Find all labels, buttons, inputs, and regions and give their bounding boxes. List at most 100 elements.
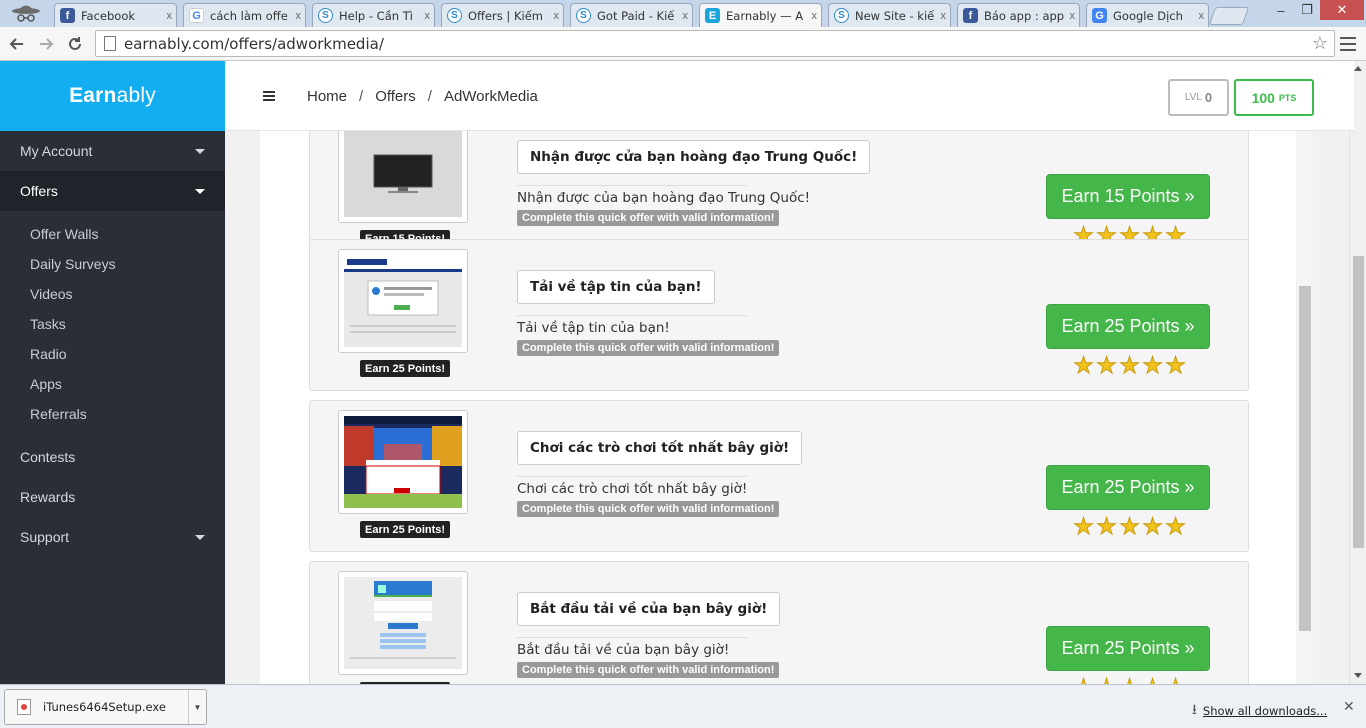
- level-badge[interactable]: LVL 0: [1168, 79, 1229, 116]
- sidebar-subitem-tasks[interactable]: Tasks: [0, 309, 225, 339]
- new-tab-button[interactable]: [1208, 7, 1250, 25]
- hamburger-menu-icon[interactable]: [263, 91, 275, 101]
- scroll-up-arrow-icon[interactable]: [1354, 66, 1362, 71]
- browser-tab[interactable]: f Facebook x: [54, 3, 177, 27]
- browser-tab[interactable]: S New Site - kiế x: [828, 3, 951, 27]
- earn-points-badge: Earn 25 Points!: [360, 521, 451, 538]
- sidebar-item-support[interactable]: Support: [0, 517, 225, 557]
- download-filename: iTunes6464Setup.exe: [43, 700, 166, 714]
- sidebar-subitem-apps[interactable]: Apps: [0, 369, 225, 399]
- breadcrumb-separator: /: [427, 88, 432, 105]
- offer-thumbnail[interactable]: [338, 410, 468, 514]
- offer-title[interactable]: Chơi các trò chơi tốt nhất bây giờ!: [517, 431, 803, 465]
- window-scrollbar[interactable]: [1349, 61, 1366, 684]
- close-tab-icon[interactable]: x: [425, 10, 431, 22]
- content-scrollbar-thumb[interactable]: [1299, 286, 1311, 631]
- offer-title[interactable]: Tải về tập tin của bạn!: [517, 270, 715, 304]
- tab-title: cách làm offe: [210, 8, 288, 23]
- offer-note-label: Complete this quick offer with valid inf…: [517, 340, 780, 356]
- browser-tab[interactable]: S Help - Cần Tì x: [312, 3, 435, 27]
- sidebar-item-label: My Account: [20, 143, 93, 159]
- browser-tab[interactable]: S Got Paid - Kiế x: [570, 3, 693, 27]
- offer-screenshot-image: [344, 416, 462, 508]
- minimize-button[interactable]: ‒: [1268, 0, 1294, 20]
- earn-points-button[interactable]: Earn 25 Points »: [1046, 465, 1210, 510]
- offer-screenshot-image: [344, 577, 462, 669]
- tab-title: Google Dịch: [1113, 8, 1183, 23]
- offer-title[interactable]: Bắt đầu tải về của bạn bây giờ!: [517, 592, 781, 626]
- close-tab-icon[interactable]: x: [1199, 10, 1205, 22]
- browser-tab[interactable]: S Offers | Kiếm x: [441, 3, 564, 27]
- close-tab-icon[interactable]: x: [683, 10, 689, 22]
- star-icon: ★: [1073, 352, 1095, 378]
- facebook-icon: f: [963, 8, 978, 23]
- browser-tab[interactable]: E Earnably — A x: [699, 3, 822, 27]
- close-icon[interactable]: ✕: [1343, 698, 1355, 715]
- sidebar-item-my-account[interactable]: My Account: [0, 131, 225, 171]
- address-bar[interactable]: earnably.com/offers/adworkmedia/ ☆: [95, 30, 1335, 57]
- content-scrollbar[interactable]: [1297, 131, 1313, 684]
- star-icon: ★: [1141, 675, 1164, 684]
- window-scrollbar-thumb[interactable]: [1353, 256, 1364, 548]
- sidebar-item-label: Contests: [20, 449, 76, 465]
- close-tab-icon[interactable]: x: [296, 10, 302, 22]
- restore-button[interactable]: ❐: [1294, 0, 1320, 20]
- star-icon: ★: [1073, 513, 1095, 539]
- download-item[interactable]: iTunes6464Setup.exe ▼: [4, 689, 207, 725]
- show-all-downloads-link[interactable]: ⭳ Show all downloads...: [1192, 699, 1327, 723]
- earn-points-button[interactable]: Earn 15 Points »: [1046, 174, 1210, 219]
- star-icon: ★: [1119, 513, 1141, 539]
- reload-button[interactable]: [63, 32, 87, 56]
- sidebar: Earn ably My Account Offers Offer Walls D…: [0, 61, 225, 684]
- browser-menu-button[interactable]: [1340, 35, 1356, 53]
- brand-logo[interactable]: Earn ably: [0, 61, 225, 131]
- sidebar-subitem-offer-walls[interactable]: Offer Walls: [0, 219, 225, 249]
- offer-thumbnail[interactable]: [338, 571, 468, 675]
- close-tab-icon[interactable]: x: [812, 10, 818, 22]
- sidebar-subitem-daily-surveys[interactable]: Daily Surveys: [0, 249, 225, 279]
- browser-tab[interactable]: f Báo app : app x: [957, 3, 1080, 27]
- url-text[interactable]: earnably.com/offers/adworkmedia/: [124, 35, 1312, 53]
- close-window-button[interactable]: ✕: [1320, 0, 1364, 20]
- sidebar-item-offers[interactable]: Offers: [0, 171, 225, 211]
- browser-tab-strip: f Facebook x Gcách làm offe x S Help - Cần Tì x…: [0, 0, 1366, 27]
- incognito-icon: [12, 5, 40, 22]
- divider: [517, 185, 747, 186]
- offer-thumbnail[interactable]: [338, 131, 468, 223]
- offer-thumbnail[interactable]: [338, 249, 468, 353]
- divider: [517, 476, 747, 477]
- scroll-down-arrow-icon[interactable]: [1354, 673, 1362, 678]
- brand-logo-bold: Earn: [69, 84, 117, 107]
- browser-tab[interactable]: G Google Dịch x: [1086, 3, 1209, 27]
- browser-tab[interactable]: Gcách làm offe x: [183, 3, 306, 27]
- earn-points-button[interactable]: Earn 25 Points »: [1046, 304, 1210, 349]
- earn-points-button[interactable]: Earn 25 Points »: [1046, 626, 1210, 671]
- sidebar-subitem-videos[interactable]: Videos: [0, 279, 225, 309]
- caret-down-icon: [195, 188, 205, 194]
- caret-down-icon: [195, 534, 205, 540]
- offer-title[interactable]: Nhận được cửa bạn hoàng đạo Trung Quốc!: [517, 140, 871, 174]
- sidebar-item-label: Offers: [20, 183, 58, 199]
- forward-arrow-icon: [40, 38, 54, 50]
- close-tab-icon[interactable]: x: [167, 10, 173, 22]
- close-tab-icon[interactable]: x: [554, 10, 560, 22]
- bookmark-star-icon[interactable]: ☆: [1312, 33, 1328, 54]
- offer-description: Nhận được của bạn hoàng đạo Trung Quốc!: [517, 190, 811, 206]
- back-button[interactable]: [5, 32, 29, 56]
- points-badge[interactable]: 100 PTS: [1234, 79, 1314, 116]
- sidebar-item-contests[interactable]: Contests: [0, 437, 225, 477]
- sidebar-item-rewards[interactable]: Rewards: [0, 477, 225, 517]
- offer-screenshot-image: [344, 131, 462, 217]
- chevron-down-icon[interactable]: ▼: [188, 690, 206, 724]
- sidebar-subitem-referrals[interactable]: Referrals: [0, 399, 225, 429]
- sidebar-subitem-radio[interactable]: Radio: [0, 339, 225, 369]
- close-tab-icon[interactable]: x: [941, 10, 947, 22]
- page-icon: [104, 36, 116, 51]
- download-shelf: iTunes6464Setup.exe ▼ ⭳ Show all downloa…: [0, 684, 1366, 728]
- close-tab-icon[interactable]: x: [1070, 10, 1076, 22]
- offers-submenu: Offer Walls Daily Surveys Videos Tasks R…: [0, 211, 225, 437]
- offer-screenshot-image: [344, 255, 462, 347]
- forward-button[interactable]: [34, 32, 58, 56]
- breadcrumb-offers[interactable]: Offers: [375, 88, 416, 105]
- breadcrumb-home[interactable]: Home: [307, 88, 347, 105]
